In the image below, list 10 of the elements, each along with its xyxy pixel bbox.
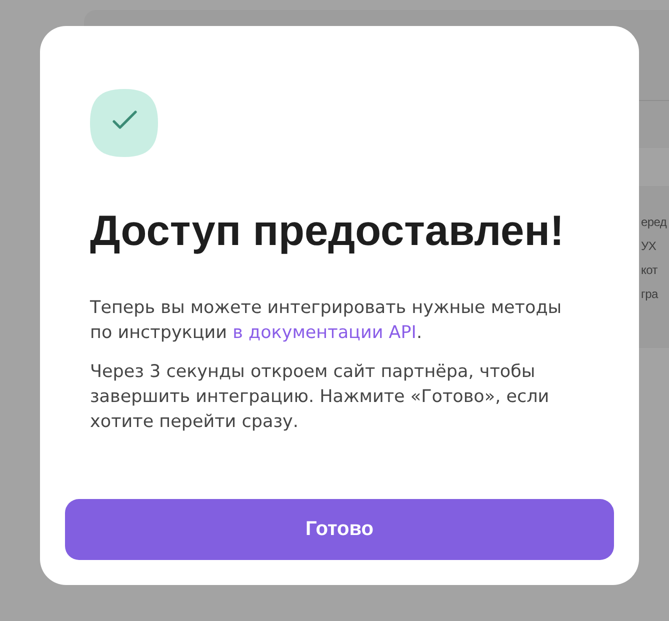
background-text: гра [641,286,658,303]
dialog-text: Через 3 секунды откроем сайт партнёра, чтобы завершить интеграцию. Нажмите «Готово», если хотите перейти сразу. [90,361,550,434]
check-icon [90,89,158,157]
background-text: УХ [641,238,656,255]
background-text: кот [641,262,658,279]
dialog-text: Теперь вы можете интегрировать нужные методы по инструкции в документации API. [90,297,563,345]
documentation-link[interactable]: в документации API [232,323,416,343]
dialog-title: Доступ предоставлен! [90,208,564,256]
background-text: еред [641,214,667,231]
done-button[interactable]: Готово [65,499,614,560]
